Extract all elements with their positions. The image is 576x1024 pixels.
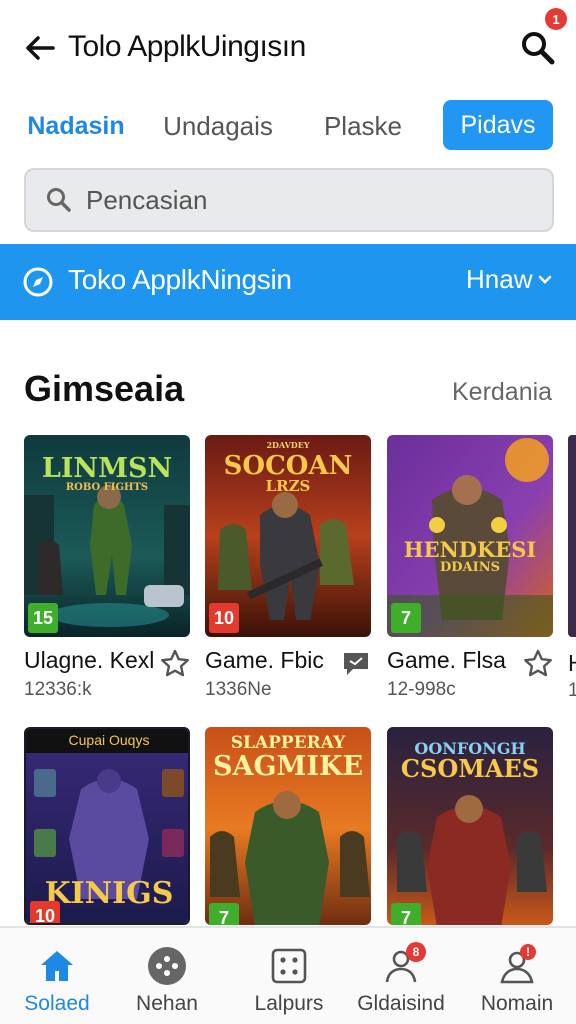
- age-rating-badge: 7: [209, 903, 239, 925]
- game-meta: 1: [568, 680, 576, 701]
- game-meta: 12-998c: [387, 679, 456, 700]
- notification-badge: 8: [406, 942, 426, 962]
- age-rating-badge: 10: [30, 901, 60, 923]
- back-arrow-icon[interactable]: [20, 28, 60, 68]
- nav-label: Nehan: [136, 992, 198, 1015]
- nav-item-notifications[interactable]: 8 Gldaisind: [346, 928, 456, 1024]
- game-thumbnail[interactable]: HENDKESI DDAINS 7: [387, 435, 553, 637]
- game-art-top: Cupai Ouqys: [68, 732, 150, 748]
- search-icon: [44, 185, 74, 215]
- tab-nadasin[interactable]: Nadasin: [22, 100, 130, 152]
- bottom-navigation: Solaed Nehan Lalpurs 8 Gldaisind ! Nomai…: [0, 926, 576, 1024]
- age-rating-badge: 15: [28, 603, 58, 633]
- game-name: H: [568, 650, 576, 677]
- game-meta: 12336:k: [24, 679, 92, 700]
- game-name: Ulagne. Kexl: [24, 647, 155, 673]
- age-rating-badge: 10: [209, 603, 239, 633]
- filter-tabs: Nadasin Undagais Plaske Pidavs: [0, 100, 576, 152]
- age-rating-badge: 7: [391, 903, 421, 925]
- game-thumbnail[interactable]: LINMSN ROBO FIGHTS 15: [24, 435, 190, 637]
- nav-item-apps[interactable]: Lalpurs: [234, 928, 344, 1024]
- game-thumbnail[interactable]: 2DAVDEY SOCOAN LRZS 10: [205, 435, 371, 637]
- game-art-title: HENDKESI: [403, 537, 537, 562]
- game-art-title: SAGMIKE: [213, 751, 364, 782]
- tab-plaske[interactable]: Plaske: [316, 100, 410, 152]
- game-art-title: SOCOAN: [223, 451, 353, 481]
- search-input[interactable]: [86, 184, 526, 216]
- nav-label: Nomain: [480, 992, 554, 1015]
- game-thumbnail[interactable]: OONFONGH CSOMAES 7: [387, 727, 553, 925]
- game-card-peek: H 1: [568, 650, 576, 701]
- game-thumbnail[interactable]: SLAPPERAY SAGMIKE 7: [205, 727, 371, 925]
- game-thumbnail-peek[interactable]: [568, 435, 576, 637]
- game-thumbnail[interactable]: Cupai Ouqys KINIGS 10: [24, 727, 190, 925]
- nav-label: Gldaisind: [357, 992, 445, 1015]
- nav-label: Lalpurs: [254, 992, 324, 1015]
- age-rating-badge: 7: [391, 603, 421, 633]
- store-name: Toko ApplkNingsin: [68, 264, 292, 295]
- notification-badge: 1: [545, 8, 567, 30]
- store-menu-label: Hnaw: [466, 264, 533, 294]
- game-name: Game. Fbic: [205, 647, 324, 673]
- game-art-title: CSOMAES: [400, 754, 540, 783]
- game-art-top: 2DAVDEY: [266, 440, 310, 450]
- tab-pidavs[interactable]: Pidavs: [443, 100, 553, 150]
- game-meta: 1336Ne: [205, 679, 272, 700]
- section-see-all-link[interactable]: Kerdania: [452, 378, 552, 407]
- game-name: Game. Flsa: [387, 647, 506, 673]
- home-icon: [37, 946, 77, 986]
- dice-icon: [269, 946, 309, 986]
- tab-undagais[interactable]: Undagais: [158, 100, 278, 152]
- game-card[interactable]: HENDKESI DDAINS 7 Game. Flsa 12-998c: [387, 435, 553, 700]
- app-bar: Tolo ApplkUingısın 1: [0, 0, 576, 96]
- chevron-down-icon: [539, 275, 552, 284]
- game-art-subtitle: DDAINS: [440, 560, 500, 575]
- star-icon[interactable]: [158, 647, 192, 681]
- comment-icon[interactable]: [339, 647, 373, 681]
- game-card[interactable]: Cupai Ouqys KINIGS 10: [24, 727, 190, 925]
- game-art-subtitle: ROBO FIGHTS: [65, 482, 149, 493]
- section-title: Gimseaia: [24, 368, 185, 409]
- star-icon[interactable]: [521, 647, 555, 681]
- nav-label: Solaed: [24, 992, 90, 1015]
- nav-item-home[interactable]: Solaed: [2, 928, 112, 1024]
- search-icon[interactable]: [514, 24, 562, 72]
- game-card[interactable]: OONFONGH CSOMAES 7: [387, 727, 553, 925]
- page-title: Tolo ApplkUingısın: [68, 30, 306, 63]
- store-menu-dropdown[interactable]: Hnaw: [466, 264, 552, 295]
- game-card[interactable]: SLAPPERAY SAGMIKE 7: [205, 727, 371, 925]
- store-banner[interactable]: Toko ApplkNingsin Hnaw: [0, 244, 576, 320]
- game-art-top: SLAPPERAY: [230, 733, 346, 753]
- nav-item-games[interactable]: Nehan: [112, 928, 222, 1024]
- game-art-subtitle: LRZS: [265, 477, 311, 495]
- nav-item-profile[interactable]: ! Nomain: [462, 928, 572, 1024]
- alert-badge: !: [520, 944, 536, 960]
- compass-icon: [22, 266, 54, 298]
- game-card[interactable]: LINMSN ROBO FIGHTS 15 Ulagne. Kexl 12336…: [24, 435, 190, 700]
- gamepad-icon: [147, 946, 187, 986]
- game-card[interactable]: 2DAVDEY SOCOAN LRZS 10 Game. Fbic 1336Ne: [205, 435, 371, 700]
- game-art-title: LINMSN: [41, 453, 173, 484]
- search-field[interactable]: [24, 168, 554, 232]
